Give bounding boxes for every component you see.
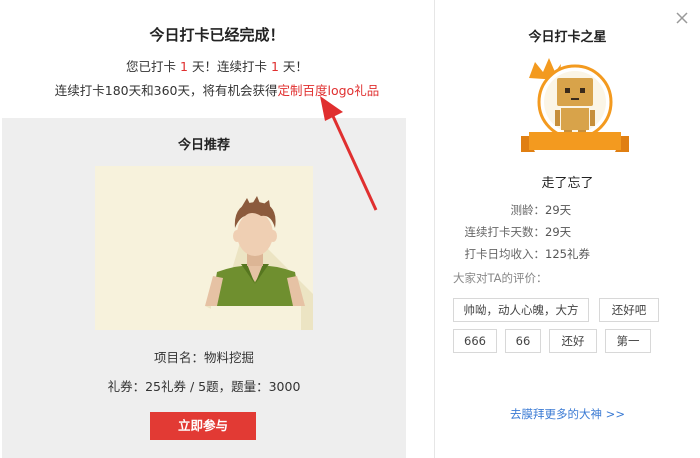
join-now-button[interactable]: 立即参与 (150, 412, 256, 440)
checkin-complete-panel: 今日打卡已经完成！ 您已打卡 1 天！连续打卡 1 天！ 连续打卡180天和36… (0, 0, 434, 458)
stat-value: 29天 (545, 203, 572, 217)
evaluation-tag[interactable]: 666 (453, 329, 497, 353)
reward-notice-text: 连续打卡180天和360天，将有机会获得 (54, 83, 278, 98)
stat-value: 29天 (545, 225, 572, 239)
stat-label: 打卡日均收入： (464, 247, 546, 261)
evaluation-tag[interactable]: 66 (505, 329, 541, 353)
close-icon[interactable] (674, 10, 690, 26)
summary-prefix: 您已打卡 (126, 59, 177, 74)
evaluation-tag[interactable]: 帅呦，动人心魄，大方 (453, 298, 589, 322)
project-thumbnail[interactable] (95, 166, 313, 330)
evaluation-tag[interactable]: 还好 (549, 329, 597, 353)
more-masters-link[interactable]: 去膜拜更多的大神 >> (435, 406, 700, 422)
star-panel: 今日打卡之星 走了忘了 测龄： 29天 连续打卡天数： 29天 打卡日均收入： … (435, 0, 700, 458)
recommend-title: 今日推荐 (177, 138, 230, 153)
stat-row-age: 测龄： 29天 (435, 202, 700, 218)
summary-mid: 天！连续打卡 (191, 59, 267, 74)
evaluation-tag[interactable]: 第一 (605, 329, 651, 353)
star-username: 走了忘了 (541, 176, 594, 191)
male-avatar-illustration (205, 196, 313, 330)
gift-link[interactable]: 定制百度logo礼品 (278, 83, 380, 98)
evaluation-title: 大家对TA的评价： (453, 271, 548, 285)
stat-row-streak: 连续打卡天数： 29天 (435, 224, 700, 240)
recommend-panel: 今日推荐 项目名：物料挖掘 礼券：25礼券 / 5题，题量：3000 立即参与 (2, 118, 406, 458)
stat-label: 测龄： (510, 203, 546, 217)
checkin-summary: 您已打卡 1 天！连续打卡 1 天！ (0, 56, 434, 75)
page-title: 今日打卡已经完成！ (149, 26, 285, 44)
project-info: 礼券：25礼券 / 5题，题量：3000 (107, 379, 301, 394)
stat-value: 125礼券 (545, 247, 590, 261)
project-name: 项目名：物料挖掘 (153, 350, 254, 365)
stat-row-income: 打卡日均收入： 125礼券 (435, 246, 700, 262)
crown-robot-badge-icon (521, 58, 629, 152)
checkin-count: 1 (180, 59, 188, 74)
summary-suffix: 天！ (282, 59, 308, 74)
streak-count: 1 (270, 59, 279, 74)
evaluation-tag[interactable]: 还好吧 (599, 298, 659, 322)
stat-label: 连续打卡天数： (464, 225, 546, 239)
star-title: 今日打卡之星 (528, 30, 607, 45)
reward-notice: 连续打卡180天和360天，将有机会获得定制百度logo礼品 (0, 80, 434, 99)
